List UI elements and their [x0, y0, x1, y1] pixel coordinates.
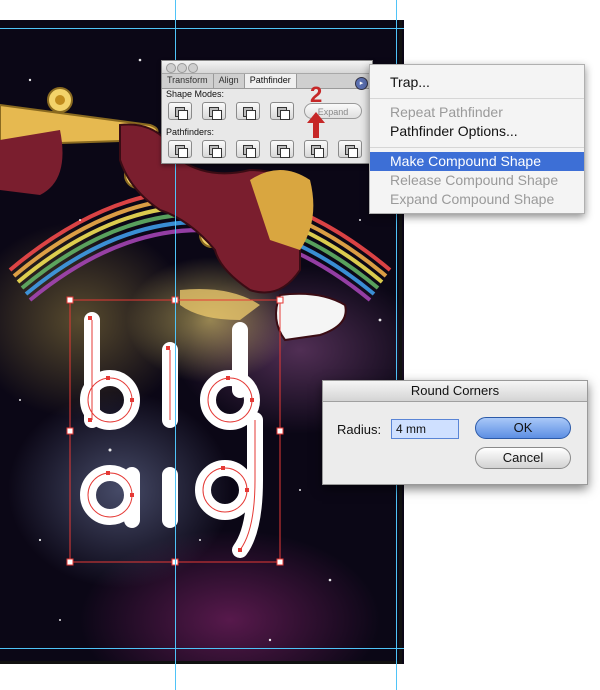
- exclude-shape-button[interactable]: [270, 102, 294, 120]
- divide-button[interactable]: [168, 140, 192, 158]
- palette-titlebar[interactable]: [162, 61, 372, 74]
- menu-item-repeat-pathfinder: Repeat Pathfinder: [390, 104, 503, 120]
- subtract-shape-button[interactable]: [202, 102, 226, 120]
- pathfinder-options-menu: Trap... Repeat Pathfinder Pathfinder Opt…: [369, 64, 585, 214]
- minus-back-button[interactable]: [338, 140, 362, 158]
- menu-separator: [370, 98, 584, 99]
- minimize-icon[interactable]: [177, 63, 187, 73]
- zoom-icon[interactable]: [188, 63, 198, 73]
- menu-item-release-compound-shape: Release Compound Shape: [390, 172, 559, 188]
- palette-menu-icon[interactable]: ▸: [355, 77, 368, 90]
- tab-align[interactable]: Align: [214, 74, 245, 88]
- step-two-annotation: 2: [310, 82, 323, 107]
- outline-button[interactable]: [304, 140, 328, 158]
- menu-item-make-compound-shape[interactable]: Make Compound Shape: [370, 152, 584, 171]
- trim-button[interactable]: [202, 140, 226, 158]
- menu-item-trap[interactable]: Trap...: [370, 73, 584, 92]
- add-shape-button[interactable]: [168, 102, 192, 120]
- horizontal-guide-bottom[interactable]: [0, 648, 404, 649]
- pathfinders-label: Pathfinders:: [166, 127, 215, 137]
- dialog-title: Round Corners: [323, 381, 587, 402]
- radius-label: Radius:: [337, 422, 382, 437]
- round-corners-dialog: Round Corners Radius: 4 mm OK Cancel: [322, 380, 588, 485]
- arrow-up-icon: [307, 112, 325, 138]
- shape-modes-label: Shape Modes:: [166, 89, 225, 99]
- merge-button[interactable]: [236, 140, 260, 158]
- ok-button[interactable]: OK: [475, 417, 571, 439]
- close-icon[interactable]: [166, 63, 176, 73]
- radius-input[interactable]: 4 mm: [391, 419, 459, 439]
- tab-transform[interactable]: Transform: [162, 74, 214, 88]
- crop-button[interactable]: [270, 140, 294, 158]
- menu-item-pathfinder-options[interactable]: Pathfinder Options...: [370, 122, 584, 141]
- tab-pathfinder[interactable]: Pathfinder: [244, 74, 297, 88]
- horizontal-guide[interactable]: [0, 28, 404, 29]
- intersect-shape-button[interactable]: [236, 102, 260, 120]
- menu-item-expand-compound-shape: Expand Compound Shape: [390, 191, 555, 207]
- cancel-button[interactable]: Cancel: [475, 447, 571, 469]
- pathfinder-palette: Transform Align Pathfinder ▸ Shape Modes…: [161, 60, 373, 164]
- menu-separator: [370, 147, 584, 148]
- palette-tabs: Transform Align Pathfinder: [162, 74, 372, 89]
